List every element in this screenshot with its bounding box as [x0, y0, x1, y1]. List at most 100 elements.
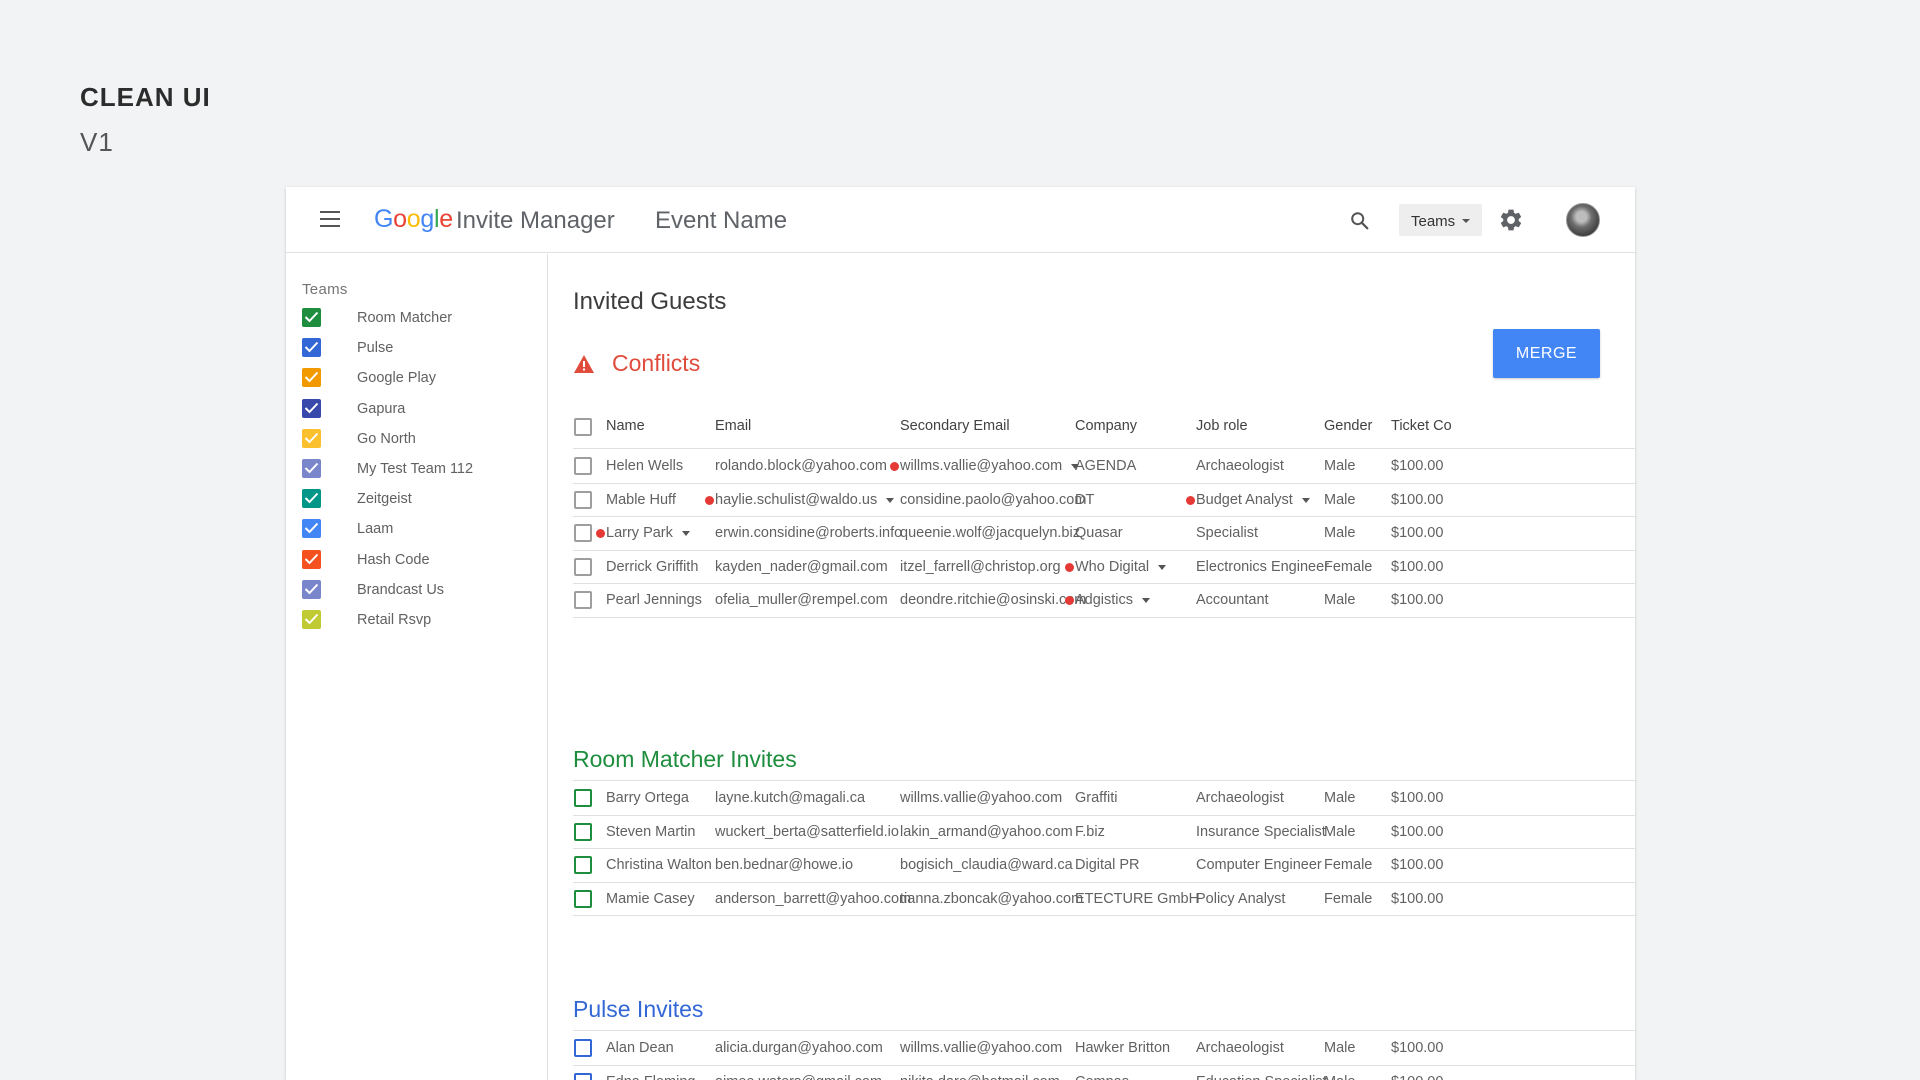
dropdown-arrow-icon[interactable]	[681, 531, 690, 537]
page-title: Invited Guests	[573, 288, 727, 315]
check-icon	[304, 523, 319, 534]
row-checkbox[interactable]	[574, 1072, 592, 1080]
cell-email: wuckert_berta@satterfield.io	[715, 823, 899, 840]
dropdown-arrow-icon[interactable]	[1071, 464, 1080, 469]
team-checkbox[interactable]	[302, 489, 321, 509]
event-name: Event Name	[655, 207, 788, 234]
sidebar-item[interactable]: Pulse	[302, 336, 532, 360]
row-divider	[573, 482, 1635, 484]
cell-name: Mamie Casey	[606, 890, 695, 907]
row-divider	[573, 814, 1635, 816]
check-icon	[304, 311, 319, 323]
cell-email: rolando.block@yahoo.com	[715, 458, 887, 474]
sidebar-item-label: My Test Team 112	[357, 461, 474, 477]
sidebar-item[interactable]: Zeitgeist	[302, 487, 532, 511]
merge-button[interactable]: MERGE	[1493, 329, 1600, 378]
check-icon	[304, 342, 319, 353]
dropdown-arrow-icon[interactable]	[1301, 497, 1310, 503]
row-checkbox[interactable]	[574, 524, 592, 543]
cell-company: Graffiti	[1075, 790, 1118, 806]
sidebar-item[interactable]: Gapura	[302, 397, 532, 421]
cell-company: Who Digital	[1075, 558, 1150, 575]
cell-ticket: $100.00	[1391, 1040, 1444, 1056]
row-checkbox[interactable]	[574, 591, 592, 610]
sidebar-item-label: Laam	[357, 521, 394, 538]
cell-gender: Male	[1324, 458, 1356, 474]
cell-role: Education Specialist	[1196, 1074, 1327, 1080]
conflict-dot	[705, 495, 714, 505]
sidebar-item[interactable]: My Test Team 112	[302, 457, 532, 481]
team-checkbox[interactable]	[302, 398, 321, 418]
room-matcher-section-title: Room Matcher Invites	[573, 746, 797, 772]
sidebar-item-label: Go North	[357, 430, 416, 447]
cell-company: F.biz	[1075, 823, 1105, 840]
cell-role: Electronics Engineer	[1196, 558, 1329, 575]
cell-ticket: $100.00	[1391, 790, 1444, 806]
row-divider	[573, 1030, 1635, 1031]
row-divider	[573, 1064, 1635, 1066]
team-checkbox[interactable]	[302, 549, 321, 569]
sidebar-item[interactable]: Retail Rsvp	[302, 608, 532, 632]
cell-email: kayden_nader@gmail.com	[715, 558, 888, 575]
check-icon	[304, 462, 319, 474]
sidebar-item[interactable]: Hash Code	[302, 548, 532, 572]
row-checkbox[interactable]	[574, 889, 592, 908]
team-checkbox[interactable]	[302, 579, 321, 599]
cell-role: Accountant	[1196, 592, 1269, 609]
sidebar-item[interactable]: Google Play	[302, 366, 532, 390]
sidebar-item[interactable]: Brandcast Us	[302, 578, 532, 602]
row-checkbox[interactable]	[574, 557, 592, 576]
teams-select[interactable]: Teams	[1399, 204, 1482, 236]
avatar[interactable]	[1566, 203, 1600, 237]
sidebar-item[interactable]: Laam	[302, 517, 532, 541]
row-checkbox[interactable]	[574, 822, 592, 841]
row-divider	[573, 516, 1635, 518]
row-checkbox[interactable]	[574, 789, 592, 807]
cell-company: Compas	[1075, 1074, 1129, 1080]
check-icon	[304, 493, 319, 504]
app-name: Invite Manager	[456, 207, 615, 234]
row-divider	[573, 616, 1635, 618]
team-checkbox[interactable]	[302, 428, 321, 448]
column-header-role: Job role	[1196, 418, 1248, 434]
cell-email: anderson_barrett@yahoo.com	[715, 890, 912, 907]
check-icon	[304, 613, 319, 625]
cell-secondary: willms.vallie@yahoo.com	[900, 790, 1063, 806]
cell-email: alicia.durgan@yahoo.com	[715, 1040, 883, 1056]
team-checkbox[interactable]	[302, 459, 321, 478]
sidebar-item-label: Hash Code	[357, 551, 430, 568]
row-divider	[573, 915, 1635, 917]
row-divider	[573, 881, 1635, 883]
select-all-checkbox[interactable]	[574, 418, 592, 436]
conflict-dot	[1065, 562, 1074, 572]
cell-name: Barry Ortega	[606, 790, 689, 806]
team-checkbox[interactable]	[302, 338, 321, 358]
gear-icon[interactable]	[1498, 207, 1524, 233]
menu-icon[interactable]	[320, 211, 340, 227]
cell-secondary: willms.vallie@yahoo.com	[900, 1040, 1063, 1056]
cell-name: Larry Park	[606, 525, 673, 542]
cell-gender: Female	[1324, 857, 1373, 874]
main-content: Invited Guests Conflicts MERGE Name Email…	[549, 254, 1635, 1080]
team-checkbox[interactable]	[302, 368, 321, 388]
row-checkbox[interactable]	[574, 457, 592, 475]
sidebar-item[interactable]: Room Matcher	[302, 306, 532, 330]
row-checkbox[interactable]	[574, 490, 592, 509]
dropdown-arrow-icon[interactable]	[886, 497, 895, 503]
team-checkbox[interactable]	[302, 610, 321, 629]
search-icon[interactable]	[1349, 210, 1371, 232]
cell-email: layne.kutch@magali.ca	[715, 790, 866, 806]
sidebar-item[interactable]: Go North	[302, 427, 532, 451]
check-icon	[304, 583, 319, 595]
check-icon	[304, 432, 319, 444]
row-divider	[573, 549, 1635, 551]
cell-gender: Male	[1324, 1040, 1356, 1056]
team-checkbox[interactable]	[302, 308, 321, 327]
dropdown-arrow-icon[interactable]	[1142, 598, 1151, 604]
row-checkbox[interactable]	[574, 1039, 592, 1057]
sidebar-item-label: Gapura	[357, 400, 406, 417]
dropdown-arrow-icon[interactable]	[1158, 564, 1167, 570]
row-checkbox[interactable]	[574, 856, 592, 875]
conflicts-title: Conflicts	[612, 350, 701, 376]
team-checkbox[interactable]	[302, 519, 321, 539]
